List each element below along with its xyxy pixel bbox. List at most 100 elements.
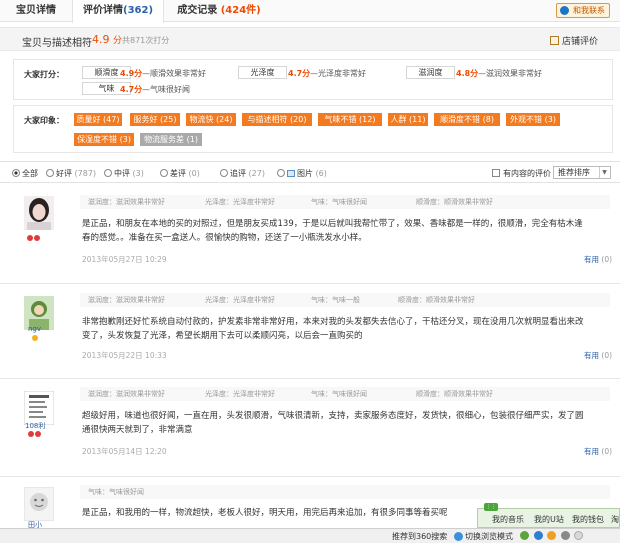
toolbar-item[interactable]: 淘 (611, 514, 619, 525)
impressions-heading: 大家印象： (24, 116, 64, 125)
filter-followup[interactable]: 追评 (27) (220, 168, 265, 179)
review-attribute: 气味：气味很好闻 (311, 390, 367, 398)
review-text: 非常抱歉刚还好忙系统自动付款的，护发素非常非常好用，本来对我的头发都失去信心了，… (82, 315, 612, 343)
filter-label: 差评 (170, 169, 186, 178)
review-attribute: 滋润度：滋润效果非常好 (88, 296, 165, 304)
zoom-icon[interactable] (574, 531, 584, 540)
review-attribute: 光泽度：光泽度非常好 (205, 390, 275, 398)
user-avatar (24, 487, 54, 521)
contact-seller-button[interactable]: 和我联系 (556, 3, 610, 18)
review-divider (0, 283, 620, 284)
tab-label: 评价详情 (82, 5, 123, 16)
useful-button[interactable]: 有用 (0) (584, 350, 612, 361)
review-text-line: 非常抱歉刚还好忙系统自动付款的，护发素非常非常好用，本来对我的头发都失去信心了，… (82, 317, 584, 327)
toolbar-item[interactable]: 我的钱包 (572, 514, 604, 525)
tab-transactions[interactable]: 成交记录 (424件) (164, 0, 274, 22)
review-text-line: 是正品，和朋友在本地的买的对照过，但是朋友买成139，于是以后就叫我帮忙带了，效… (82, 219, 583, 229)
drag-handle-icon[interactable]: ⋮⋮ (484, 503, 498, 511)
status-item[interactable]: 推荐到360搜索 (392, 531, 447, 542)
score-value: 4.9 分 (92, 33, 122, 46)
radio-dot (277, 169, 285, 177)
document-icon (549, 36, 559, 45)
filter-label: 全部 (22, 169, 38, 178)
review-attribute: 顺滑度：顺滑效果非常好 (398, 296, 475, 304)
review-text-line: 通很快两天就到了，非常满意 (82, 425, 193, 435)
filter-negative[interactable]: 差评 (0) (160, 168, 200, 179)
useful-label: 有用 (584, 351, 599, 360)
ie-icon[interactable] (533, 531, 543, 540)
radio-dot (220, 169, 228, 177)
impression-tag[interactable]: 保湿度不错 (3) (74, 133, 134, 146)
switch-mode-icon (454, 532, 463, 541)
tab-count-value: 424件 (225, 5, 257, 16)
useful-label: 有用 (584, 447, 599, 456)
review-attributes: 气味：气味很好闻 (80, 485, 610, 499)
review-attribute: 气味：气味一般 (311, 296, 360, 304)
impression-tag[interactable]: 顺滑度不错 (8) (434, 113, 500, 126)
useful-count: (0) (601, 255, 613, 264)
filter-positive[interactable]: 好评 (787) (46, 168, 96, 179)
toolbar-item[interactable]: 我的音乐 (492, 514, 524, 525)
rating-name-moisture: 滋润度 (406, 66, 455, 79)
status-item[interactable]: 切换浏览模式 (454, 531, 513, 542)
ratings-panel: 大家打分： 顺滑度 4.9分 —顺滑效果非常好 光泽度 4.7分 —光泽度非常好… (13, 59, 613, 100)
browser-toolbar-popup: ⋮⋮ 我的音乐 我的U站 我的钱包 淘 (477, 503, 620, 528)
vip-badge-icon (28, 431, 34, 437)
review-attributes: 滋润度：滋润效果非常好 光泽度：光泽度非常好 气味：气味很好闻 顺滑度：顺滑效果… (80, 387, 610, 401)
review-date: 2013年05月22日 10:33 (82, 351, 167, 360)
rating-score-smoothness: 4.9分 (120, 69, 143, 78)
score-count: 共871次打分 (122, 36, 170, 45)
review-divider (0, 476, 620, 477)
toolbar-item[interactable]: 我的U站 (534, 514, 564, 525)
filter-count: (6) (315, 169, 327, 178)
settings-icon[interactable] (560, 531, 570, 540)
impression-tag[interactable]: 质量好 (47) (74, 113, 122, 126)
review-date: 2013年05月14日 12:20 (82, 447, 167, 456)
user-avatar (24, 196, 54, 230)
has-content-checkbox[interactable]: 有内容的评价 (492, 168, 551, 179)
ratings-heading: 大家打分： (24, 70, 64, 79)
filter-count: (27) (248, 169, 265, 178)
sort-value: 推荐排序 (558, 168, 590, 177)
filter-neutral[interactable]: 中评 (3) (104, 168, 144, 179)
impression-tag[interactable]: 服务好 (25) (130, 113, 180, 126)
rating-score-moisture: 4.8分 (456, 69, 479, 78)
impression-tag[interactable]: 气味不错 (12) (318, 113, 382, 126)
impression-tag[interactable]: 人群 (11) (388, 113, 428, 126)
filter-count: (0) (188, 169, 200, 178)
filter-label: 好评 (56, 169, 72, 178)
rating-name-gloss: 光泽度 (238, 66, 287, 79)
review-attribute: 顺滑度：顺滑效果非常好 (416, 390, 493, 398)
review-date: 2013年05月27日 10:29 (82, 255, 167, 264)
radio-dot (104, 169, 112, 177)
radio-dot (46, 169, 54, 177)
rating-desc-moisture: —滋润效果非常好 (478, 69, 542, 78)
useful-button[interactable]: 有用 (0) (584, 446, 612, 457)
impression-tag[interactable]: 外观不错 (3) (506, 113, 560, 126)
shop-rating-link[interactable]: 店铺评价 (549, 34, 598, 47)
qq-icon (560, 6, 569, 15)
impression-tag[interactable]: 物流服务差 (1) (140, 133, 202, 146)
status-icons (520, 531, 585, 540)
filter-photos[interactable]: 图片 (6) (277, 168, 327, 179)
download-icon[interactable] (547, 531, 557, 540)
impression-tag[interactable]: 物流快 (24) (186, 113, 236, 126)
tab-reviews[interactable]: 评价详情(362) (72, 0, 164, 23)
impressions-panel: 大家印象： 质量好 (47) 服务好 (25) 物流快 (24) 与描述相符 (… (13, 105, 613, 153)
vip-badge-icon (27, 235, 33, 241)
shop-rate-label: 店铺评价 (561, 37, 598, 47)
filter-all[interactable]: 全部 (12, 168, 38, 179)
browser-status-bar: 推荐到360搜索 切换浏览模式 (0, 528, 620, 543)
user-name[interactable]: ngv (28, 325, 41, 333)
vip-badge-icon (34, 235, 40, 241)
impression-tag[interactable]: 与描述相符 (20) (242, 113, 312, 126)
shield-icon[interactable] (520, 531, 529, 540)
tab-bar: 宝贝详情 评价详情(362) 成交记录 (424件) 和我联系 (0, 0, 620, 23)
useful-button[interactable]: 有用 (0) (584, 254, 612, 265)
sort-select[interactable]: 推荐排序 ▼ (553, 166, 611, 179)
rating-desc-smoothness: —顺滑效果非常好 (142, 69, 206, 78)
useful-label: 有用 (584, 255, 599, 264)
review-text-line: 超级好用，味道也很好闻，一直在用，头发很顺滑，气味很清新，支持，卖家服务态度好，… (82, 411, 584, 421)
tab-item-details[interactable]: 宝贝详情 (0, 0, 72, 22)
user-name[interactable]: 108利 (25, 421, 45, 431)
